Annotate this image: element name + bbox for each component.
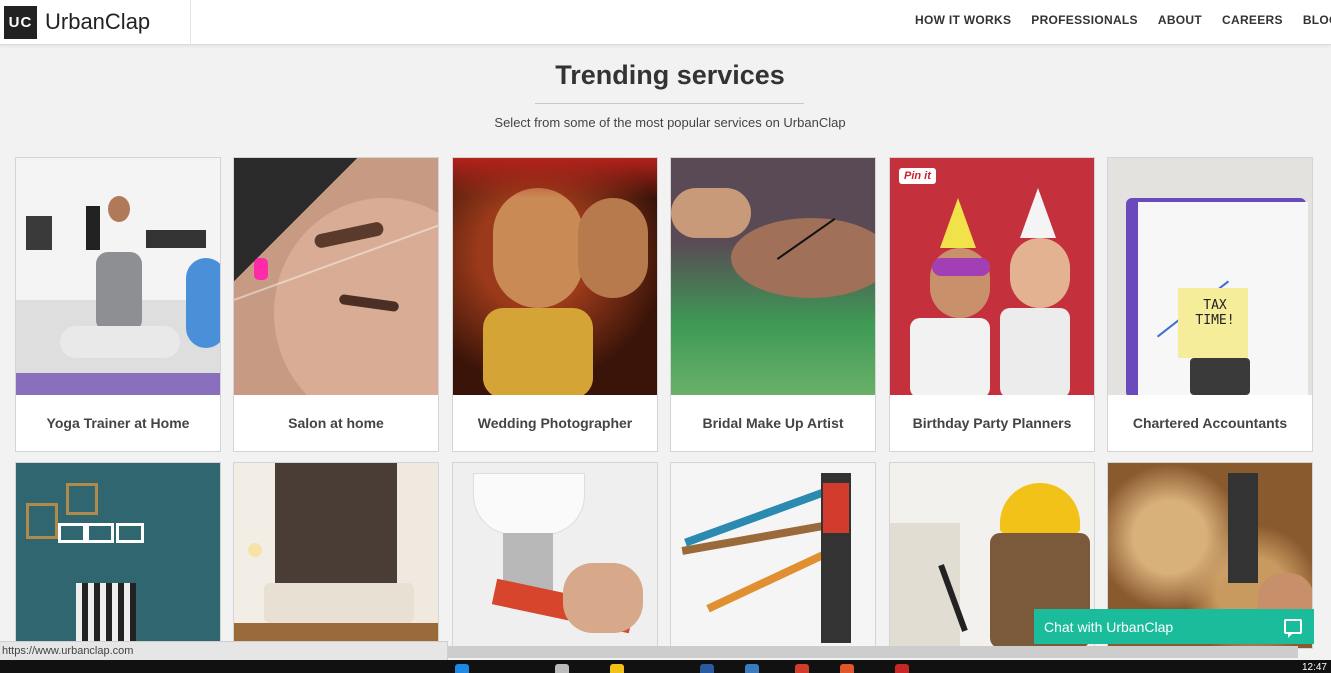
service-card-plumber[interactable] xyxy=(452,462,658,649)
service-label: Yoga Trainer at Home xyxy=(46,415,190,431)
party-photo: Pin it xyxy=(890,158,1094,395)
service-label: Chartered Accountants xyxy=(1132,415,1288,431)
nav-about[interactable]: ABOUT xyxy=(1158,13,1202,27)
chat-label: Chat with UrbanClap xyxy=(1044,618,1174,635)
taskbar-app2-icon[interactable] xyxy=(745,664,759,673)
service-card-yoga[interactable]: Yoga Trainer at Home xyxy=(15,157,221,452)
service-label: Bridal Make Up Artist xyxy=(702,415,844,431)
nav-careers[interactable]: CAREERS xyxy=(1222,13,1283,27)
browser-status-url: https://www.urbanclap.com xyxy=(0,641,448,660)
nav-how-it-works[interactable]: HOW IT WORKS xyxy=(915,13,1011,27)
uc-logo: UC xyxy=(4,5,37,39)
chat-bubble-icon xyxy=(1284,619,1302,638)
wedding-photo xyxy=(453,158,657,395)
salon-photo xyxy=(234,158,438,395)
brand-name: UrbanClap xyxy=(45,9,151,34)
yoga-photo xyxy=(16,158,220,395)
service-card-living-room[interactable] xyxy=(233,462,439,649)
horizontal-scrollbar[interactable] xyxy=(448,646,1298,658)
nav-blog[interactable]: BLOG xyxy=(1303,13,1331,27)
brand-link[interactable]: UC UrbanClap xyxy=(0,0,191,44)
taskbar-word-icon[interactable] xyxy=(700,664,714,673)
chat-widget-button[interactable]: Chat with UrbanClap xyxy=(1034,609,1314,644)
service-card-makeup[interactable]: Bridal Make Up Artist xyxy=(670,157,876,452)
nav-professionals[interactable]: PROFESSIONALS xyxy=(1031,13,1138,27)
page-title: Trending services xyxy=(555,60,785,90)
service-label: Birthday Party Planners xyxy=(912,415,1072,431)
service-label: Wedding Photographer xyxy=(477,415,633,431)
service-card-party[interactable]: Pin it Birthday Party Planners xyxy=(889,157,1095,452)
service-card-electrician[interactable] xyxy=(670,462,876,649)
taskbar-office-icon[interactable] xyxy=(840,664,854,673)
plumber-photo xyxy=(453,463,657,648)
service-card-salon[interactable]: Salon at home xyxy=(233,157,439,452)
page-subtitle: Select from some of the most popular ser… xyxy=(494,115,846,130)
interior-frames-photo xyxy=(16,463,220,648)
pin-it-button[interactable]: Pin it xyxy=(899,168,936,184)
service-card-wedding[interactable]: Wedding Photographer xyxy=(452,157,658,452)
page: UC UrbanClap HOW IT WORKS PROFESSIONALS … xyxy=(0,0,1331,673)
taskbar-ie-icon[interactable] xyxy=(455,664,469,673)
title-divider xyxy=(535,103,804,104)
tax-photo: TAX TIME! xyxy=(1108,158,1312,395)
service-card-interior[interactable] xyxy=(15,462,221,649)
taskbar-app3-icon[interactable] xyxy=(895,664,909,673)
taskbar-clock: 12:47 xyxy=(1301,662,1327,673)
makeup-photo xyxy=(671,158,875,395)
main-nav: HOW IT WORKS PROFESSIONALS ABOUT CAREERS… xyxy=(905,0,1331,40)
taskbar-folder-icon[interactable] xyxy=(610,664,624,673)
tax-note-text: TAX TIME! xyxy=(1195,298,1235,328)
service-card-accountant[interactable]: TAX TIME! Chartered Accountants xyxy=(1107,157,1313,452)
living-room-photo xyxy=(234,463,438,648)
taskbar-app-icon[interactable] xyxy=(555,664,569,673)
service-label: Salon at home xyxy=(288,415,384,431)
top-header: UC UrbanClap HOW IT WORKS PROFESSIONALS … xyxy=(0,0,1331,45)
os-taskbar: 12:47 xyxy=(0,660,1331,673)
electrician-photo xyxy=(671,463,875,648)
taskbar-chrome-icon[interactable] xyxy=(795,664,809,673)
